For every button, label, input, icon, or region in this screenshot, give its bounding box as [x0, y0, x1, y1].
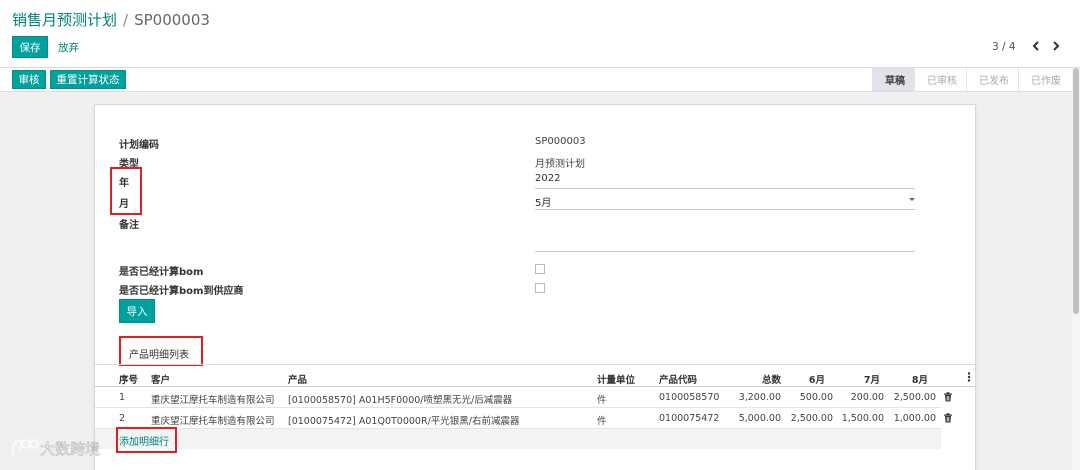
year-input[interactable]: 2022 — [535, 169, 915, 189]
dropdown-arrow-icon — [909, 198, 915, 201]
cell-july: 200.00 — [850, 392, 884, 403]
import-button[interactable]: 导入 — [119, 299, 155, 323]
cell-code: 0100058570 — [659, 392, 720, 403]
cell-customer: 重庆望江摩托车制造有限公司 — [151, 395, 275, 406]
cell-total: 5,000.00 — [738, 413, 781, 424]
breadcrumb-parent-link[interactable]: 销售月预测计划 — [12, 11, 117, 29]
discard-button[interactable]: 放弃 — [58, 40, 79, 55]
cell-code: 0100075472 — [659, 413, 720, 424]
breadcrumb: 销售月预测计划 / SP000003 — [12, 9, 210, 30]
bom-supplier-label: 是否已经计算bom到供应商 — [119, 286, 244, 297]
column-options-icon[interactable] — [967, 372, 971, 385]
stage-published[interactable]: 已发布 — [966, 68, 1018, 91]
plan-code-label: 计划编码 — [119, 140, 159, 151]
scroll-thumb[interactable] — [1073, 68, 1079, 314]
pager-next-button[interactable] — [1048, 37, 1064, 55]
remark-input[interactable] — [535, 232, 915, 252]
highlight-box-tab — [119, 336, 203, 366]
form-sheet: 计划编码 SP000003 类型 月预测计划 年 2022 月 5月 备注 是否… — [94, 104, 976, 470]
cell-product: [0100075472] A01Q0T0000R/平光银黑/右前减震器 — [288, 416, 520, 427]
column-header-unit[interactable]: 计量单位 — [597, 372, 635, 386]
cell-unit: 件 — [597, 416, 607, 427]
cell-august: 2,500.00 — [893, 392, 936, 403]
reset-calculation-button[interactable]: 重置计算状态 — [50, 70, 126, 89]
highlight-box-add-line — [116, 427, 177, 453]
column-header-customer[interactable]: 客户 — [151, 372, 170, 386]
cell-unit: 件 — [597, 395, 607, 406]
table-row[interactable]: 2 重庆望江摩托车制造有限公司 [0100075472] A01Q0T0000R… — [95, 408, 952, 429]
save-button[interactable]: 保存 — [12, 36, 48, 58]
approve-button[interactable]: 审核 — [12, 70, 46, 89]
cell-august: 1,000.00 — [893, 413, 936, 424]
month-select-value: 5月 — [535, 198, 552, 209]
cell-product: [0100058570] A01H5F0000/喷塑黑无光/后减震器 — [288, 395, 513, 406]
column-header-july[interactable]: 7月 — [840, 372, 880, 386]
column-header-seq[interactable]: 序号 — [119, 372, 138, 386]
watermark-logo: 大数跨境 — [11, 439, 100, 458]
bom-calculated-label: 是否已经计算bom — [119, 267, 204, 278]
cell-seq: 1 — [119, 392, 126, 403]
stage-pipeline: 草稿 已审核 已发布 已作废 — [872, 68, 1072, 91]
stage-approved[interactable]: 已审核 — [914, 68, 966, 91]
cell-seq: 2 — [119, 413, 126, 424]
breadcrumb-separator: / — [123, 11, 129, 29]
column-header-code[interactable]: 产品代码 — [659, 372, 697, 386]
add-line-row: 添加明细行 — [95, 429, 941, 449]
chevron-left-icon — [1032, 41, 1039, 51]
pager-value: 3 / 4 — [992, 41, 1016, 53]
type-value: 月预测计划 — [535, 159, 585, 170]
cell-total: 3,200.00 — [738, 392, 781, 403]
highlight-box-year-month — [110, 167, 142, 215]
trash-icon[interactable] — [943, 392, 953, 402]
cell-customer: 重庆望江摩托车制造有限公司 — [151, 416, 275, 427]
plan-code-value: SP000003 — [535, 136, 586, 147]
cell-july: 1,500.00 — [841, 413, 884, 424]
remark-label: 备注 — [119, 220, 139, 231]
control-panel: 销售月预测计划 / SP000003 保存 放弃 3 / 4 — [0, 0, 1080, 68]
chevron-right-icon — [1053, 41, 1060, 51]
stage-draft[interactable]: 草稿 — [872, 68, 914, 91]
column-header-august[interactable]: 8月 — [890, 372, 928, 386]
month-select[interactable]: 5月 — [535, 190, 915, 210]
table-header: 序号 客户 产品 计量单位 产品代码 总数 6月 7月 8月 — [95, 367, 975, 387]
bom-calculated-checkbox[interactable] — [535, 264, 545, 274]
tab-divider — [95, 364, 975, 365]
cell-june: 2,500.00 — [790, 413, 833, 424]
page-scrollbar[interactable] — [1072, 68, 1080, 470]
status-bar: 审核 重置计算状态 草稿 已审核 已发布 已作废 — [0, 68, 1072, 92]
column-header-product[interactable]: 产品 — [288, 372, 307, 386]
bom-supplier-checkbox[interactable] — [535, 283, 545, 293]
pager-previous-button[interactable] — [1028, 37, 1044, 55]
breadcrumb-current: SP000003 — [134, 11, 210, 29]
column-header-june[interactable]: 6月 — [785, 372, 825, 386]
watermark-text: 大数跨境 — [40, 440, 100, 458]
cell-june: 500.00 — [799, 392, 833, 403]
stage-cancelled[interactable]: 已作废 — [1018, 68, 1072, 91]
table-row[interactable]: 1 重庆望江摩托车制造有限公司 [0100058570] A01H5F0000/… — [95, 387, 952, 408]
trash-icon[interactable] — [943, 413, 953, 423]
column-header-total[interactable]: 总数 — [725, 372, 781, 386]
